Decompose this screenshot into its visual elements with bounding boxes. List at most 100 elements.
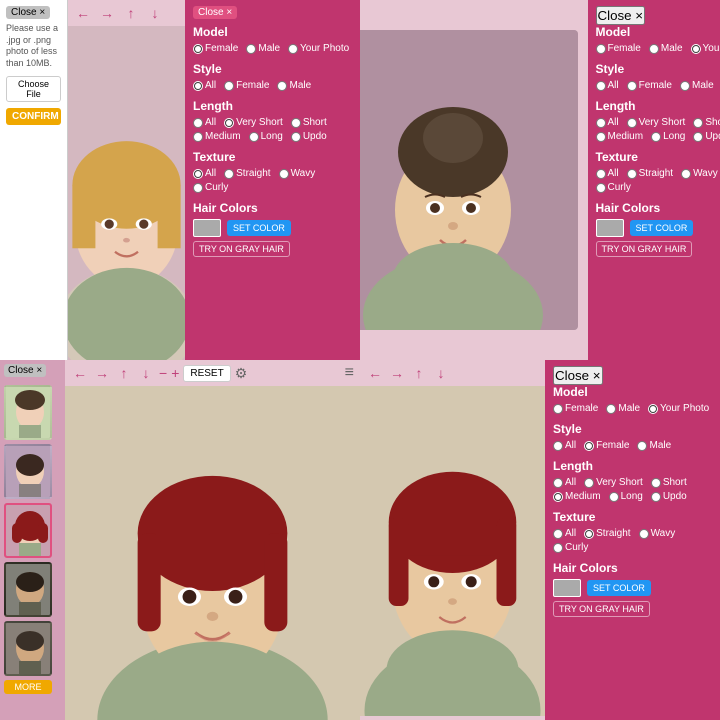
length-veryshort-option[interactable]: Very Short bbox=[224, 117, 283, 128]
gear-button[interactable]: ⚙ bbox=[235, 365, 248, 382]
br-length-all[interactable]: All bbox=[553, 477, 576, 488]
br-length-short[interactable]: Short bbox=[651, 477, 687, 488]
nav-right-arrow[interactable]: → bbox=[98, 4, 116, 22]
length-section: Length All Very Short Short Medium bbox=[193, 99, 352, 142]
tr-style-all[interactable]: All bbox=[596, 80, 619, 91]
bl-minus-btn[interactable]: − bbox=[159, 365, 167, 381]
length-long-option[interactable]: Long bbox=[249, 131, 283, 142]
br-length-medium[interactable]: Medium bbox=[553, 491, 601, 502]
nav-down-arrow[interactable]: ↓ bbox=[146, 4, 164, 22]
br-length-section: Length All Very Short Short Medium bbox=[553, 459, 712, 502]
hamburger-button[interactable]: ≡ bbox=[345, 364, 354, 382]
tr-texture-curly[interactable]: Curly bbox=[596, 182, 631, 193]
br-model-male[interactable]: Male bbox=[606, 403, 640, 414]
result-face-svg bbox=[360, 30, 578, 330]
br-model-yourphoto[interactable]: Your Photo bbox=[648, 403, 709, 414]
br-style-all[interactable]: All bbox=[553, 440, 576, 451]
tr-model-female[interactable]: Female bbox=[596, 43, 641, 54]
tr-texture-section: Texture All Straight Wavy Curly bbox=[596, 150, 720, 193]
bottom-left-content: ← → ↑ ↓ − + RESET ⚙ ≡ bbox=[65, 360, 360, 720]
style-all-option[interactable]: All bbox=[193, 80, 216, 91]
set-color-button[interactable]: SET COLOR bbox=[227, 220, 291, 236]
br-nav-left[interactable]: ← bbox=[366, 364, 384, 382]
length-short-option[interactable]: Short bbox=[291, 117, 327, 128]
tr-model-male[interactable]: Male bbox=[649, 43, 683, 54]
br-hair-colors-section: Hair Colors SET COLOR TRY ON GRAY HAIR bbox=[553, 561, 712, 617]
tr-texture-wavy[interactable]: Wavy bbox=[681, 168, 718, 179]
bl-nav-left[interactable]: ← bbox=[71, 364, 89, 382]
settings-close-button[interactable]: Close × bbox=[193, 6, 237, 19]
texture-straight-option[interactable]: Straight bbox=[224, 168, 270, 179]
thumbnail-3[interactable] bbox=[4, 503, 52, 558]
style-male-option[interactable]: Male bbox=[277, 80, 311, 91]
br-length-vshort[interactable]: Very Short bbox=[584, 477, 643, 488]
texture-all-option[interactable]: All bbox=[193, 168, 216, 179]
br-texture-wavy[interactable]: Wavy bbox=[639, 528, 676, 539]
length-all-option[interactable]: All bbox=[193, 117, 216, 128]
tr-length-short[interactable]: Short bbox=[693, 117, 720, 128]
length-medium-option[interactable]: Medium bbox=[193, 131, 241, 142]
thumbnail-2[interactable] bbox=[4, 444, 52, 499]
texture-curly-option[interactable]: Curly bbox=[193, 182, 228, 193]
br-length-updo[interactable]: Updo bbox=[651, 491, 687, 502]
model-yourphoto-option[interactable]: Your Photo bbox=[288, 43, 349, 54]
tr-style-female[interactable]: Female bbox=[627, 80, 672, 91]
tr-length-all[interactable]: All bbox=[596, 117, 619, 128]
tr-length-updo[interactable]: Updo bbox=[693, 131, 720, 142]
reset-button[interactable]: RESET bbox=[183, 365, 230, 382]
tr-set-color-button[interactable]: SET COLOR bbox=[630, 220, 694, 236]
nav-up-arrow[interactable]: ↑ bbox=[122, 4, 140, 22]
model-male-option[interactable]: Male bbox=[246, 43, 280, 54]
br-nav-down[interactable]: ↓ bbox=[432, 364, 450, 382]
tr-hair-color-swatch[interactable] bbox=[596, 219, 624, 237]
thumbnail-close-button[interactable]: Close × bbox=[4, 364, 46, 377]
tr-length-long[interactable]: Long bbox=[651, 131, 685, 142]
model-female-option[interactable]: Female bbox=[193, 43, 238, 54]
br-length-long[interactable]: Long bbox=[609, 491, 643, 502]
texture-wavy-option[interactable]: Wavy bbox=[279, 168, 316, 179]
more-thumbnails-button[interactable]: MORE bbox=[4, 680, 52, 694]
tr-try-gray-button[interactable]: TRY ON GRAY HAIR bbox=[596, 241, 693, 257]
nav-left-arrow[interactable]: ← bbox=[74, 4, 92, 22]
choose-file-button[interactable]: Choose File bbox=[6, 76, 61, 102]
tr-style-section: Style All Female Male bbox=[596, 62, 720, 91]
br-texture-curly[interactable]: Curly bbox=[553, 542, 588, 553]
thumbnail-4[interactable] bbox=[4, 562, 52, 617]
br-set-color-button[interactable]: SET COLOR bbox=[587, 580, 651, 596]
br-nav-right[interactable]: → bbox=[388, 364, 406, 382]
hair-color-swatch[interactable] bbox=[193, 219, 221, 237]
br-style-male[interactable]: Male bbox=[637, 440, 671, 451]
br-texture-all[interactable]: All bbox=[553, 528, 576, 539]
style-section-title: Style bbox=[193, 62, 352, 76]
model-face-svg bbox=[68, 26, 185, 360]
br-style-female[interactable]: Female bbox=[584, 440, 629, 451]
bl-nav-right[interactable]: → bbox=[93, 364, 111, 382]
confirm-button[interactable]: CONFIRM bbox=[6, 108, 61, 125]
tr-texture-all[interactable]: All bbox=[596, 168, 619, 179]
upload-instructions: Please use a .jpg or .png photo of less … bbox=[6, 23, 61, 70]
try-gray-button[interactable]: TRY ON GRAY HAIR bbox=[193, 241, 290, 257]
br-hair-color-swatch[interactable] bbox=[553, 579, 581, 597]
upload-close-button[interactable]: Close × bbox=[6, 6, 50, 19]
model-section: Model Female Male Your Photo bbox=[193, 25, 352, 54]
br-settings-close-button[interactable]: Close × bbox=[553, 366, 603, 385]
tr-texture-straight[interactable]: Straight bbox=[627, 168, 673, 179]
bl-nav-down[interactable]: ↓ bbox=[137, 364, 155, 382]
tr-model-yourphoto[interactable]: Your Photo bbox=[691, 43, 720, 54]
br-length-title: Length bbox=[553, 459, 712, 473]
thumbnail-1[interactable] bbox=[4, 385, 52, 440]
tr-length-vshort[interactable]: Very Short bbox=[627, 117, 686, 128]
br-texture-straight[interactable]: Straight bbox=[584, 528, 630, 539]
thumbnail-5[interactable] bbox=[4, 621, 52, 676]
bl-plus-btn[interactable]: + bbox=[171, 365, 179, 381]
tr-settings-close-button[interactable]: Close × bbox=[596, 6, 646, 25]
br-model-female[interactable]: Female bbox=[553, 403, 598, 414]
br-nav-up[interactable]: ↑ bbox=[410, 364, 428, 382]
bl-nav-up[interactable]: ↑ bbox=[115, 364, 133, 382]
br-try-gray-button[interactable]: TRY ON GRAY HAIR bbox=[553, 601, 650, 617]
style-female-option[interactable]: Female bbox=[224, 80, 269, 91]
tr-length-section: Length All Very Short Short Medium bbox=[596, 99, 720, 142]
tr-length-medium[interactable]: Medium bbox=[596, 131, 644, 142]
length-updo-option[interactable]: Updo bbox=[291, 131, 327, 142]
tr-style-male[interactable]: Male bbox=[680, 80, 714, 91]
